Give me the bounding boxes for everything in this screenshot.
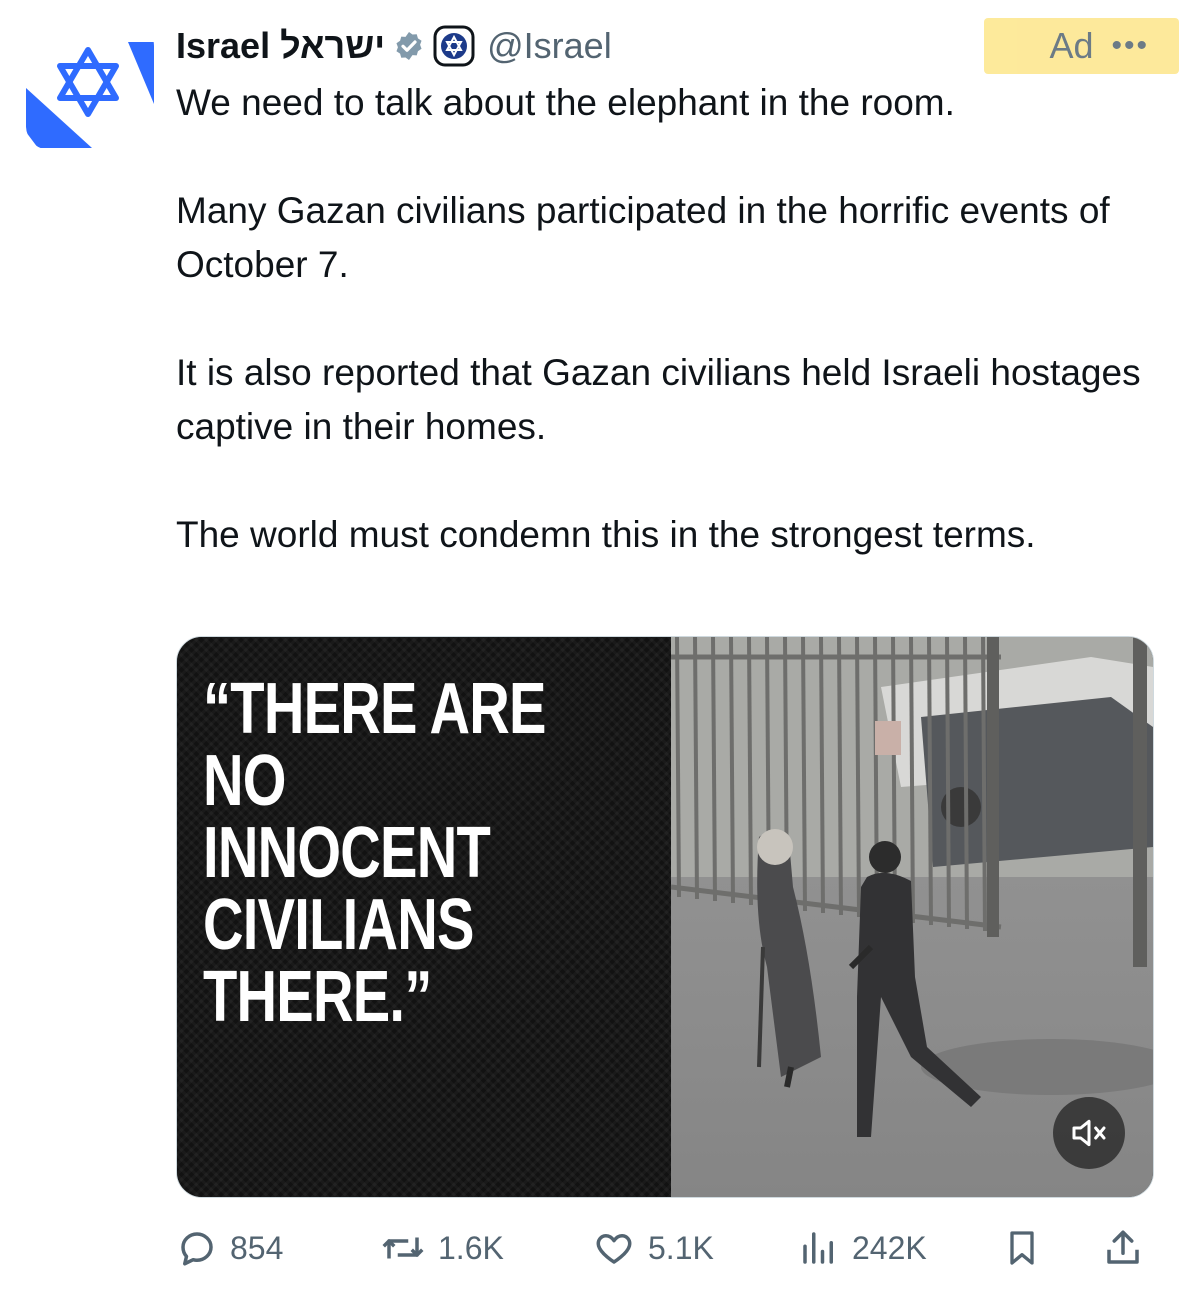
israel-flag-logo: [26, 42, 154, 148]
reply-count: 854: [230, 1229, 284, 1266]
quote-line: “THERE ARE NO: [203, 669, 546, 821]
views-icon: [803, 1232, 833, 1264]
tweet-paragraph: We need to talk about the elephant in th…: [176, 82, 955, 123]
tweet-paragraph: The world must condemn this in the stron…: [176, 514, 1036, 555]
ad-label: Ad: [1049, 25, 1094, 66]
like-count: 5.1K: [648, 1229, 714, 1266]
share-icon: [1107, 1230, 1139, 1264]
repost-count: 1.6K: [438, 1229, 504, 1266]
share-button[interactable]: [1102, 1216, 1144, 1280]
more-options-icon[interactable]: •••: [1111, 29, 1149, 63]
views-button[interactable]: 242K: [798, 1216, 927, 1280]
government-affiliation-icon[interactable]: [433, 25, 475, 67]
tweet-text: We need to talk about the elephant in th…: [176, 76, 1156, 616]
like-icon: [596, 1234, 632, 1264]
tweet-video[interactable]: “THERE ARE NO INNOCENT CIVILIANS THERE.”: [176, 636, 1154, 1198]
display-name[interactable]: Israel ישראל: [176, 25, 385, 67]
tweet-paragraph: Many Gazan civilians participated in the…: [176, 190, 1110, 285]
tweet-actions: 854 1.6K 5.1K 242K: [176, 1216, 1156, 1280]
quote-line: THERE.”: [203, 957, 432, 1037]
quote-line: CIVILIANS: [203, 885, 474, 965]
video-footage: [670, 637, 1153, 1197]
mute-toggle-button[interactable]: [1053, 1097, 1125, 1169]
avatar[interactable]: [26, 22, 154, 150]
bookmark-button[interactable]: [1002, 1216, 1042, 1280]
tweet-header: Israel ישראל @Israel: [176, 22, 612, 70]
repost-icon: [382, 1237, 424, 1259]
like-button[interactable]: 5.1K: [592, 1216, 714, 1280]
tweet-paragraph: It is also reported that Gazan civilians…: [176, 352, 1141, 447]
verified-badge-icon[interactable]: [393, 30, 425, 62]
repost-button[interactable]: 1.6K: [380, 1216, 504, 1280]
reply-icon: [181, 1232, 213, 1266]
quote-line: INNOCENT: [203, 813, 491, 893]
bookmark-icon: [1010, 1231, 1034, 1265]
video-quote-text: “THERE ARE NO INNOCENT CIVILIANS THERE.”: [203, 673, 562, 1033]
ad-indicator: Ad •••: [984, 18, 1179, 74]
view-count: 242K: [852, 1229, 927, 1266]
reply-button[interactable]: 854: [176, 1216, 283, 1280]
muted-speaker-icon: [1072, 1119, 1106, 1147]
account-handle[interactable]: @Israel: [487, 25, 612, 67]
video-quote-panel: “THERE ARE NO INNOCENT CIVILIANS THERE.”: [177, 637, 671, 1197]
